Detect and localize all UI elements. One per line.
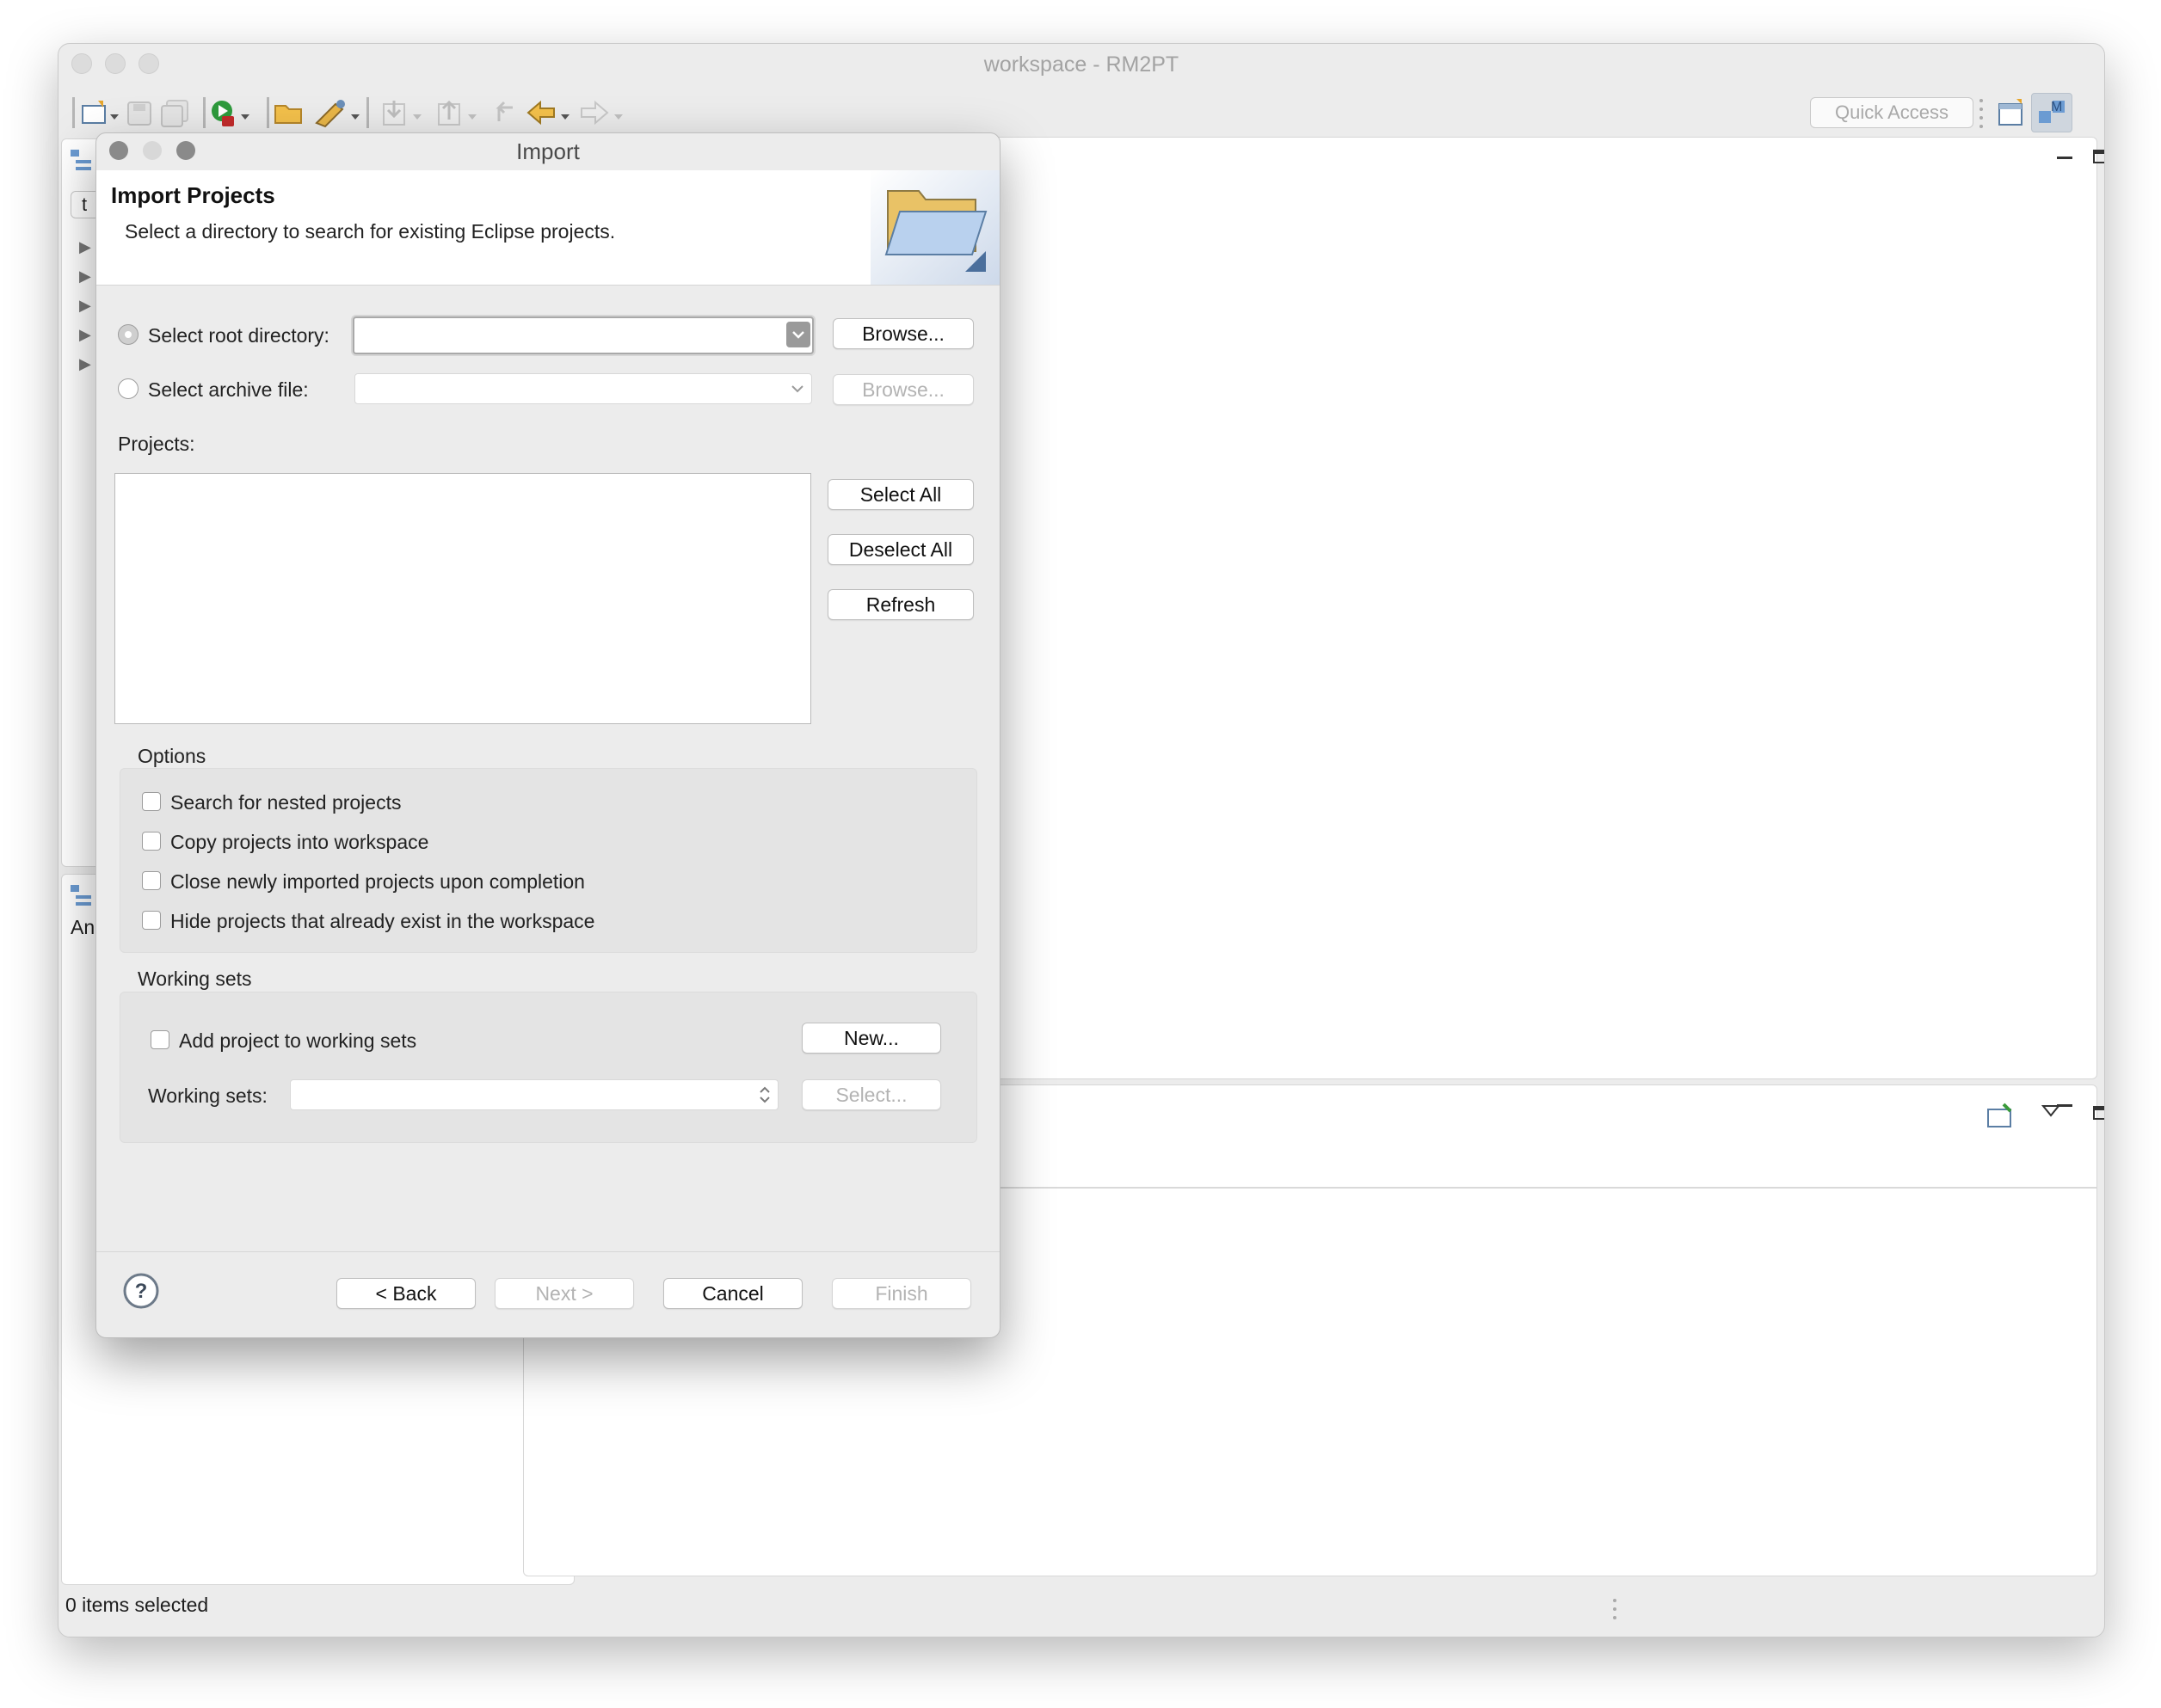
root-directory-label: Select root directory: — [148, 324, 329, 347]
last-edit-icon[interactable] — [489, 97, 520, 128]
working-sets-label: Working sets: — [148, 1084, 268, 1107]
updown-chevron-icon — [760, 1086, 770, 1103]
window-title: workspace - RM2PT — [983, 52, 1179, 77]
select-all-button[interactable]: Select All — [828, 479, 974, 510]
model-perspective-icon: M — [2039, 100, 2065, 123]
dialog-header: Import Projects Select a directory to se… — [96, 170, 1000, 286]
forward-nav-icon[interactable] — [578, 97, 628, 128]
analysis-icon — [71, 885, 91, 906]
working-sets-group — [120, 992, 977, 1143]
cancel-button[interactable]: Cancel — [663, 1278, 803, 1309]
folder-icon — [871, 170, 1000, 285]
deselect-all-button[interactable]: Deselect All — [828, 534, 974, 565]
projects-list[interactable] — [114, 473, 811, 724]
maximize-icon[interactable] — [2093, 150, 2104, 163]
new-wizard-icon[interactable] — [71, 97, 122, 128]
archive-chevron-down-icon — [791, 385, 803, 393]
help-icon[interactable]: ? — [122, 1272, 160, 1310]
analysis-tab-label[interactable]: An — [71, 916, 95, 939]
archive-file-radio[interactable] — [118, 378, 139, 399]
new-view-icon[interactable] — [1985, 1101, 2016, 1128]
new-working-set-button[interactable]: New... — [802, 1023, 941, 1054]
minimize-view-icon[interactable] — [2057, 1104, 2072, 1107]
hide-existing-label: Hide projects that already exist in the … — [170, 910, 595, 932]
root-directory-radio[interactable] — [118, 324, 139, 345]
back-button[interactable]: < Back — [336, 1278, 476, 1309]
nested-projects-label: Search for nested projects — [170, 791, 402, 814]
import-dialog: Import Import Projects Select a director… — [95, 132, 1000, 1338]
toolbar-separator — [1979, 99, 1983, 128]
root-directory-combo[interactable] — [353, 316, 814, 354]
status-bar-text: 0 items selected — [65, 1594, 209, 1616]
close-projects-checkbox[interactable] — [142, 871, 161, 890]
copy-projects-label: Copy projects into workspace — [170, 831, 429, 853]
header-description: Select a directory to search for existin… — [125, 220, 616, 243]
open-icon[interactable] — [267, 97, 305, 128]
archive-file-label: Select archive file: — [148, 378, 309, 401]
add-working-sets-label: Add project to working sets — [179, 1029, 417, 1052]
close-projects-label: Close newly imported projects upon compl… — [170, 870, 585, 893]
import-icon[interactable] — [377, 97, 428, 128]
tree-expand-arrows[interactable]: ▶ ▶ ▶ ▶ ▶ — [79, 232, 91, 378]
archive-file-combo — [354, 373, 812, 404]
svg-text:?: ? — [135, 1280, 148, 1303]
hide-existing-checkbox[interactable] — [142, 911, 161, 930]
quick-access-field[interactable]: Quick Access — [1810, 97, 1973, 128]
status-separator — [1613, 1599, 1616, 1619]
model-perspective-button[interactable]: M — [2031, 93, 2072, 132]
copy-projects-checkbox[interactable] — [142, 832, 161, 851]
save-icon[interactable] — [126, 97, 155, 128]
project-explorer-icon — [71, 150, 91, 170]
working-sets-title: Working sets — [138, 968, 252, 990]
back-nav-icon[interactable] — [525, 97, 575, 128]
next-button: Next > — [495, 1278, 634, 1309]
footer-separator — [96, 1251, 1000, 1252]
export-icon[interactable] — [432, 97, 483, 128]
add-working-sets-checkbox[interactable] — [151, 1030, 169, 1049]
dialog-title: Import — [516, 138, 580, 164]
browse-directory-button[interactable]: Browse... — [833, 318, 974, 349]
finish-button: Finish — [832, 1278, 971, 1309]
chevron-down-icon[interactable] — [786, 322, 810, 347]
projects-label: Projects: — [118, 433, 195, 455]
open-perspective-icon[interactable] — [1994, 97, 2029, 128]
nested-projects-checkbox[interactable] — [142, 792, 161, 811]
working-sets-combo — [290, 1079, 779, 1110]
select-working-set-button: Select... — [802, 1079, 941, 1110]
browse-archive-button: Browse... — [833, 374, 974, 405]
svg-text:M: M — [2051, 100, 2062, 114]
maximize-view-icon[interactable] — [2093, 1106, 2104, 1120]
options-title: Options — [138, 745, 206, 767]
refresh-button[interactable]: Refresh — [828, 589, 974, 620]
run-icon[interactable] — [203, 97, 263, 128]
build-icon[interactable] — [310, 97, 370, 128]
save-all-icon[interactable] — [160, 97, 191, 128]
header-title: Import Projects — [111, 182, 275, 208]
minimize-icon[interactable] — [2057, 157, 2072, 159]
